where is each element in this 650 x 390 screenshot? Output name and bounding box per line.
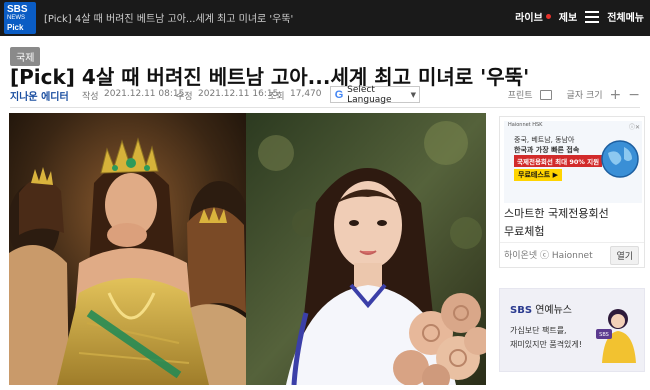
ad-banner-line2: 한국과 가장 빠른 접속 — [514, 146, 580, 154]
modified-date: 2021.12.11 16:15 — [198, 89, 279, 99]
top-bar-actions: 라이브 제보 전체메뉴 — [515, 9, 644, 24]
ad-free-test-button[interactable]: 무료테스트 ▶ — [514, 169, 563, 181]
font-size-decrease-button[interactable]: − — [628, 88, 640, 102]
article-meta-row: 지나운 에디터 작성 2021.12.11 08:15 수정 2021.12.1… — [0, 84, 650, 105]
ad2-brand: SBS 연예뉴스 — [510, 301, 572, 316]
ad2-brand-bold: SBS — [510, 305, 533, 316]
logo-text-news: NEWS — [7, 15, 25, 21]
language-select-label: Select Language — [347, 84, 392, 105]
meta-divider — [10, 107, 640, 108]
ad2-tagline-2: 재미있지만 품격있게! — [510, 340, 582, 349]
all-menu-button[interactable]: 전체메뉴 — [607, 9, 644, 24]
ad-divider — [500, 242, 644, 243]
ad-source: 하이온넷 ⓒ Haionnet — [504, 251, 593, 261]
printer-icon[interactable] — [539, 89, 552, 100]
sbs-entertainment-news-banner[interactable]: SBS 연예뉴스 가십보단 팩트를, 재미있지만 품격있게! SBS — [499, 288, 645, 372]
ad-banner-line1: 중국, 베트남, 동남아 — [514, 136, 575, 144]
ad-title[interactable]: 스마트한 국제전용회선 — [504, 207, 642, 221]
top-navigation-bar: SBS NEWS Pick [Pick] 4살 때 버려진 베트남 고아...세… — [0, 0, 650, 36]
ad-open-button[interactable]: 열기 — [610, 246, 639, 265]
report-link[interactable]: 제보 — [559, 9, 577, 24]
article-tools: 프린트 글자 크기 + − — [508, 88, 640, 102]
ad-small-brand: Haionnet HSK — [508, 122, 543, 128]
logo-text-sbs: SBS — [7, 4, 28, 15]
globe-icon — [601, 140, 639, 178]
ad2-tagline-1: 가십보단 팩트를, — [510, 326, 567, 335]
live-indicator-icon — [545, 14, 551, 19]
ad-info-icon[interactable]: ⓘ✕ — [629, 122, 640, 131]
mascot-illustration-icon: SBS — [596, 309, 636, 363]
live-link[interactable]: 라이브 — [515, 9, 543, 24]
written-label: 작성 — [82, 92, 99, 102]
font-size-increase-button[interactable]: + — [610, 88, 622, 102]
ad2-brand-rest: 연예뉴스 — [532, 305, 573, 316]
print-label[interactable]: 프린트 — [508, 88, 533, 101]
views-count: 17,470 — [290, 89, 322, 99]
ad-banner-image[interactable]: Haionnet HSK ⓘ✕ 중국, 베트남, 동남아 한국과 가장 빠른 접… — [504, 121, 642, 203]
views-label: 조회 — [268, 92, 285, 102]
sbs-news-pick-logo[interactable]: SBS NEWS Pick — [4, 2, 36, 34]
top-bar-article-title: [Pick] 4살 때 버려진 베트남 고아...세계 최고 미녀로 '우뚝' — [44, 14, 294, 25]
language-select[interactable]: G Select Language ▼ — [330, 84, 420, 105]
font-size-label: 글자 크기 — [566, 91, 603, 101]
svg-text:SBS: SBS — [599, 332, 609, 338]
google-g-icon: G — [334, 88, 344, 101]
sponsored-ad-haionnet[interactable]: Haionnet HSK ⓘ✕ 중국, 베트남, 동남아 한국과 가장 빠른 접… — [499, 116, 645, 268]
modified-label: 수정 — [176, 92, 193, 102]
article-photo-portrait — [246, 113, 486, 385]
article-photo-crowning — [9, 113, 246, 385]
ad-subtitle[interactable]: 무료체험 — [504, 225, 544, 239]
hamburger-menu-icon[interactable] — [585, 10, 600, 23]
author-name[interactable]: 지나운 에디터 — [10, 88, 69, 103]
ad-banner-offer: 국제전용회선 최대 90% 지원 — [514, 155, 603, 167]
dropdown-arrow-icon: ▼ — [410, 90, 416, 99]
written-date: 2021.12.11 08:15 — [104, 89, 185, 99]
logo-text-pick: Pick — [7, 23, 24, 32]
